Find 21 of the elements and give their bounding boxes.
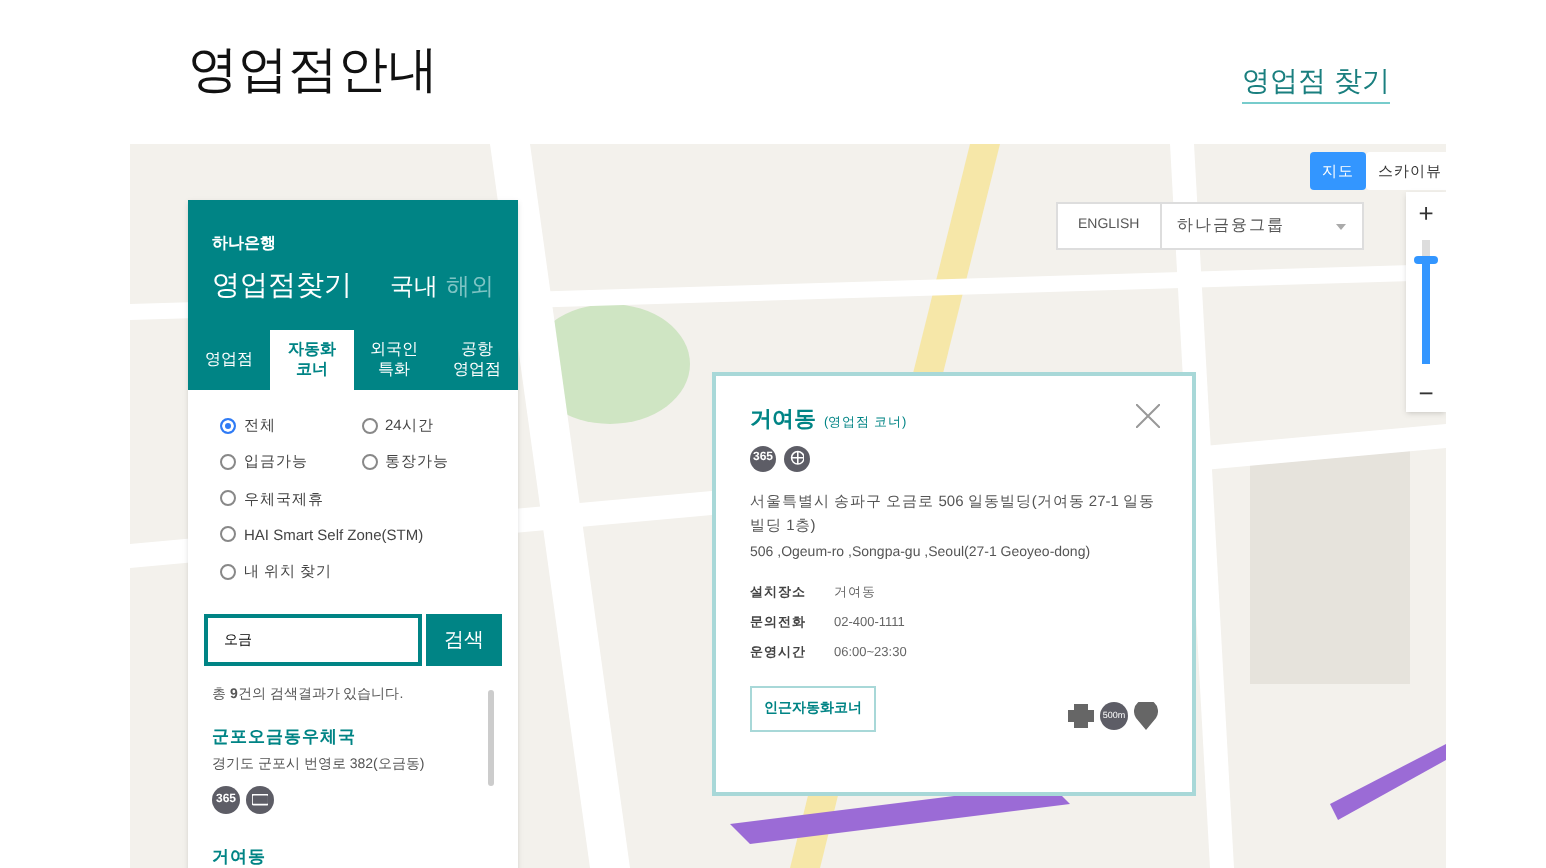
category-tab[interactable]: 영업점: [188, 330, 271, 390]
region-tab[interactable]: 국내: [390, 267, 438, 303]
search-button[interactable]: 검색: [426, 614, 502, 667]
close-icon[interactable]: [1136, 404, 1160, 428]
zoom-slider-handle[interactable]: [1414, 256, 1438, 265]
globe-icon: [784, 445, 810, 471]
atm-icon: [246, 786, 274, 814]
zoom-out-button[interactable]: −: [1406, 372, 1446, 412]
popup-branch-name: 거여동: [750, 406, 816, 436]
zoom-in-button[interactable]: +: [1406, 192, 1446, 232]
map-pin-icon[interactable]: [1134, 702, 1158, 731]
result-name[interactable]: 거여동: [212, 844, 472, 868]
scrollbar[interactable]: [488, 690, 494, 787]
page-title: 영업점안내: [188, 39, 438, 101]
find-branch-link[interactable]: 영업점 찾기: [1242, 60, 1390, 104]
category-tab[interactable]: 외국인 특화: [353, 330, 436, 390]
category-tab[interactable]: 자동화 코너: [270, 330, 353, 390]
category-tab[interactable]: 공항 영업점: [435, 330, 518, 390]
result-name[interactable]: 군포오금동우체국: [212, 723, 472, 749]
panel-title: 영업점찾기: [212, 266, 352, 304]
bank-brand: 하나은행: [212, 232, 278, 256]
